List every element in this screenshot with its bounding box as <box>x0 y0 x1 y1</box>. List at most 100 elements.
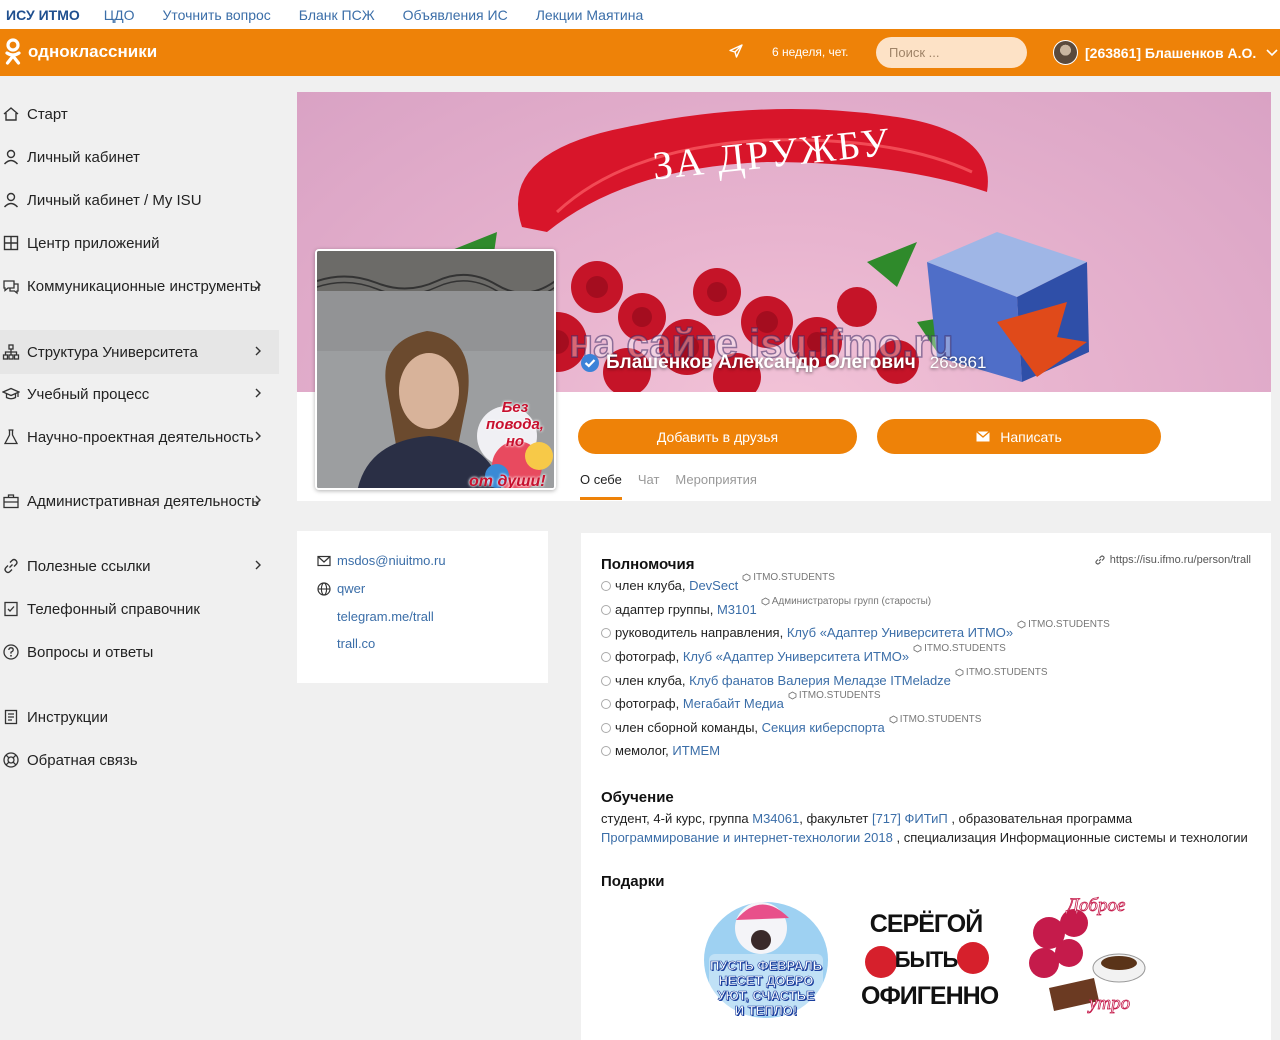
chevron-right-icon <box>255 280 261 290</box>
contact-email-link[interactable]: msdos@niuitmo.ru <box>337 553 446 568</box>
contact-telegram-link[interactable]: telegram.me/trall <box>337 609 434 624</box>
profile-tabs: О себе Чат Мероприятия <box>580 472 773 500</box>
contact-site-link[interactable]: qwer <box>337 581 365 596</box>
sidebar-item-label: Телефонный справочник <box>27 601 200 618</box>
gift-item-february[interactable]: ПУСТЬ ФЕВРАЛЬ НЕСЕТ ДОБРО УЮТ, СЧАСТЬЕ И… <box>701 890 831 1020</box>
top-link-psj[interactable]: Бланк ПСЖ <box>299 7 375 23</box>
feedback-icon <box>3 752 19 768</box>
write-message-button[interactable]: Написать <box>877 419 1161 454</box>
permission-role: фотограф, <box>615 696 680 711</box>
tab-chat[interactable]: Чат <box>638 472 660 500</box>
sidebar-item-label: Центр приложений <box>27 235 160 252</box>
permission-row: мемолог, ИТМЕМ <box>601 743 720 758</box>
permission-row: фотограф, Мегабайт Медиа ITMO.STUDENTS <box>601 690 881 711</box>
gift-item-seregoy[interactable]: СЕРЁГОЙ БЫТЬ ОФИГЕННО <box>861 890 999 1020</box>
sidebar-item-phonebook[interactable]: Телефонный справочник <box>0 599 279 620</box>
ok-logo[interactable]: одноклассники <box>4 38 157 66</box>
week-indicator: 6 неделя, чет. <box>772 45 849 59</box>
sticker-text-bottom: от души! <box>469 473 546 490</box>
permission-tag-text: Администраторы групп (старосты) <box>771 596 932 607</box>
sidebar-item-label: Коммуникационные инструменты <box>27 278 261 295</box>
permission-org-link[interactable]: ИТМЕМ <box>672 743 720 758</box>
permission-org-link[interactable]: Клуб фанатов Валерия Меладзе ITMeladze <box>689 673 951 688</box>
sidebar-item-links[interactable]: Полезные ссылки <box>0 556 279 577</box>
sidebar-item-faq[interactable]: Вопросы и ответы <box>0 642 279 663</box>
sidebar-item-label: Структура Университета <box>27 343 198 361</box>
permission-role: член клуба, <box>615 578 686 593</box>
document-icon <box>4 709 18 725</box>
gifts-title: Подарки <box>601 873 665 890</box>
profile-link[interactable]: https://isu.ifmo.ru/person/trall <box>1094 554 1251 566</box>
faculty-link[interactable]: [717] ФИТиП <box>872 811 948 826</box>
globe-icon <box>317 581 331 596</box>
top-link-cdo[interactable]: ЦДО <box>104 7 135 23</box>
permission-org-link[interactable]: M3101 <box>717 602 757 617</box>
sidebar-item-study[interactable]: Учебный процесс <box>0 384 279 405</box>
permission-org-link[interactable]: Мегабайт Медиа <box>683 696 784 711</box>
permission-org-link[interactable]: DevSect <box>689 578 738 593</box>
tab-events[interactable]: Мероприятия <box>675 472 757 500</box>
gift-item-good-morning[interactable]: Доброе утро <box>1019 893 1149 1023</box>
education-part3: , образовательная программа <box>951 811 1133 826</box>
isu-brand-link[interactable]: ИСУ ИТМО <box>6 7 80 23</box>
send-icon[interactable] <box>728 43 744 59</box>
contact-site-row: qwer <box>317 581 365 596</box>
sidebar-item-communication[interactable]: Коммуникационные инструменты <box>0 276 279 297</box>
profile-photo[interactable]: Без повода, но от души! <box>315 249 556 490</box>
profile-name-row: Блашенков Александр Олегович 263861 <box>580 352 986 374</box>
verified-icon <box>581 354 599 372</box>
permission-tag-text: ITMO.STUDENTS <box>753 572 835 583</box>
gift-caption-line: БЫТЬ <box>894 947 959 972</box>
sidebar-item-structure[interactable]: Структура Университета <box>0 330 279 374</box>
sidebar-item-label: Личный кабинет / My ISU <box>27 192 202 209</box>
link-icon <box>4 558 18 574</box>
top-link-lectures[interactable]: Лекции Маятина <box>536 7 644 23</box>
permission-row: член клуба, Клуб фанатов Валерия Меладзе… <box>601 667 1048 688</box>
permission-org-link[interactable]: Клуб «Адаптер Университета ИТМО» <box>787 625 1013 640</box>
contact-trall-row: trall.co <box>337 636 375 651</box>
gift-caption-top: Доброе <box>1067 895 1126 917</box>
permission-tag: ITMO.STUDENTS <box>788 690 881 701</box>
top-link-announcements[interactable]: Объявления ИС <box>403 7 508 23</box>
top-link-clarify[interactable]: Уточнить вопрос <box>163 7 271 23</box>
education-part2: , факультет <box>799 811 869 826</box>
search-input[interactable] <box>876 37 1027 68</box>
chevron-right-icon <box>255 388 261 398</box>
chevron-right-icon <box>255 495 261 505</box>
sidebar-item-apps[interactable]: Центр приложений <box>0 233 279 254</box>
permission-tag-text: ITMO.STUDENTS <box>798 690 881 701</box>
profile-link-text: https://isu.ifmo.ru/person/trall <box>1109 554 1251 566</box>
permission-tag: ITMO.STUDENTS <box>742 572 835 583</box>
chevron-right-icon <box>255 560 261 570</box>
tab-about[interactable]: О себе <box>580 472 622 500</box>
sidebar-item-my-isu[interactable]: Личный кабинет / My ISU <box>0 190 279 211</box>
permission-org-link[interactable]: Секция киберспорта <box>762 720 885 735</box>
permission-tag: ITMO.STUDENTS <box>913 643 1006 654</box>
ok-logo-icon <box>5 38 21 65</box>
contact-trall-link[interactable]: trall.co <box>337 636 375 651</box>
sidebar-item-feedback[interactable]: Обратная связь <box>0 750 279 771</box>
gift-caption-line: УЮТ, СЧАСТЬЕ <box>717 988 815 1004</box>
sidebar-item-research[interactable]: Научно-проектная деятельность <box>0 427 279 448</box>
sidebar-item-instructions[interactable]: Инструкции <box>0 707 279 728</box>
user-menu[interactable]: [263861] Блашенков А.О. <box>1053 40 1278 65</box>
permission-tag: Администраторы групп (старосты) <box>761 596 931 607</box>
sidebar-item-admin[interactable]: Административная деятельность <box>0 491 279 512</box>
permission-tag: ITMO.STUDENTS <box>889 714 981 725</box>
home-icon <box>3 107 19 121</box>
add-friend-button[interactable]: Добавить в друзья <box>578 419 857 454</box>
user-icon <box>3 149 19 165</box>
contact-telegram-row: telegram.me/trall <box>337 609 434 624</box>
user-icon <box>3 192 19 208</box>
group-link[interactable]: M34061 <box>752 811 799 826</box>
group-icon <box>913 644 922 653</box>
sidebar-item-start[interactable]: Старт <box>0 104 279 125</box>
permission-org-link[interactable]: Клуб «Адаптер Университета ИТМО» <box>683 649 909 664</box>
write-message-label: Написать <box>1000 428 1062 445</box>
sidebar-item-cabinet[interactable]: Личный кабинет <box>0 147 279 168</box>
education-part4: , специализация Информационные системы и… <box>896 830 1248 845</box>
briefcase-icon <box>3 494 19 509</box>
gift-caption-line: И ТЕПЛО! <box>734 1003 798 1019</box>
program-link[interactable]: Программирование и интернет-технологии 2… <box>601 830 893 845</box>
permission-row: адаптер группы, M3101 Администраторы гру… <box>601 596 931 617</box>
